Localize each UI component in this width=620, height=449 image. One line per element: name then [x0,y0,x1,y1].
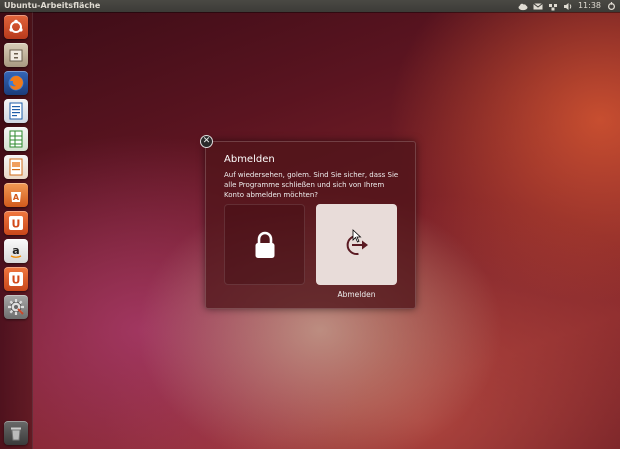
mail-icon[interactable] [533,2,543,11]
logout-button-label: Abmelden [337,290,376,299]
svg-text:A: A [13,193,20,202]
launcher-item-trash[interactable] [4,421,28,445]
ubuntu-one-icon: U [9,272,23,287]
launcher-item-libreoffice-calc[interactable] [4,127,28,151]
dialog-message: Auf wiedersehen, golem. Sind Sie sicher,… [224,171,399,199]
lock-icon [255,231,274,258]
launcher-item-amazon[interactable]: a [4,239,28,263]
spreadsheet-icon [9,130,23,148]
svg-text:U: U [12,218,21,231]
cloud-icon[interactable] [518,2,528,11]
settings-gear-icon [8,299,24,315]
launcher-item-firefox[interactable] [4,71,28,95]
ubuntu-logo-icon [9,19,23,33]
launcher-item-dash-home[interactable] [4,15,28,39]
clock[interactable]: 11:38 [578,0,601,12]
logout-dialog: ✕ Abmelden Auf wiedersehen, golem. Sind … [200,135,416,309]
ubuntu-one-icon: U [9,216,23,231]
window-title: Ubuntu-Arbeitsfläche [4,1,101,10]
gear-icon[interactable] [607,1,616,11]
launcher-item-ubuntu-one-music[interactable]: U [4,267,28,291]
mouse-cursor-icon [352,229,362,243]
network-icon[interactable] [548,2,557,11]
document-icon [9,102,23,120]
firefox-icon [8,75,24,91]
close-icon: ✕ [202,136,211,146]
launcher-item-libreoffice-writer[interactable] [4,99,28,123]
launcher-item-system-settings[interactable] [4,295,28,319]
close-button[interactable]: ✕ [200,135,213,148]
presentation-icon [9,158,23,176]
launcher: A U a U [0,12,33,449]
lock-screen-button[interactable] [224,204,305,285]
launcher-item-software-center[interactable]: A [4,183,28,207]
system-tray: 11:38 [518,0,616,12]
shopping-bag-icon: A [11,192,21,202]
file-cabinet-icon [9,49,23,62]
amazon-icon: a [10,244,22,258]
volume-icon[interactable] [563,2,572,11]
dialog-title: Abmelden [224,154,275,165]
launcher-item-ubuntu-one[interactable]: U [4,211,28,235]
logout-button[interactable] [316,204,397,285]
launcher-item-libreoffice-impress[interactable] [4,155,28,179]
trash-icon [11,427,21,441]
svg-text:a: a [12,244,19,257]
svg-text:U: U [12,274,21,287]
top-panel: Ubuntu-Arbeitsfläche 11:38 [0,0,620,12]
launcher-item-files[interactable] [4,43,28,67]
